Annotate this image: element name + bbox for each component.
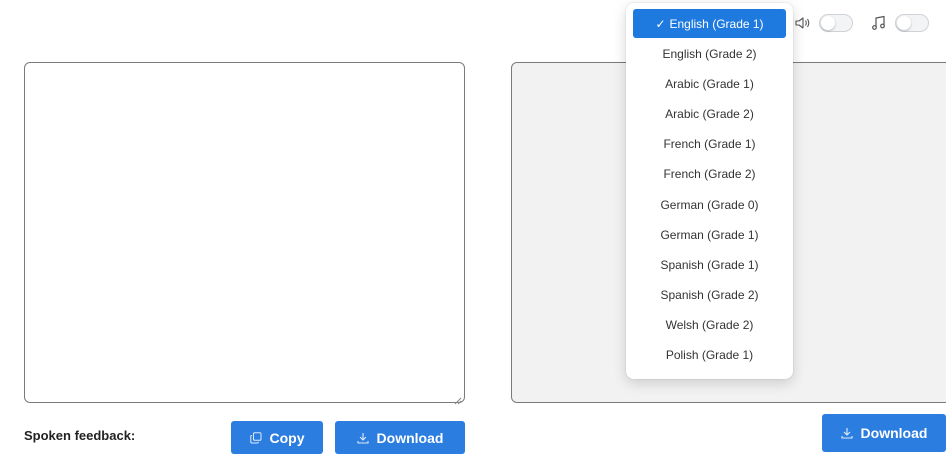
copy-icon xyxy=(249,431,262,444)
language-option-label: French (Grade 2) xyxy=(663,167,756,182)
language-option-label: French (Grade 1) xyxy=(663,137,756,152)
language-option[interactable]: English (Grade 2) xyxy=(633,39,786,69)
music-toggle[interactable] xyxy=(895,14,929,32)
copy-button[interactable]: Copy xyxy=(231,421,323,454)
braille-input-textarea[interactable] xyxy=(24,62,465,403)
language-option-label: Arabic (Grade 1) xyxy=(665,77,754,92)
language-option[interactable]: German (Grade 1) xyxy=(633,220,786,250)
language-option[interactable]: Arabic (Grade 1) xyxy=(633,69,786,99)
output-download-button[interactable]: Download xyxy=(822,414,946,452)
language-dropdown-menu: ✓ English (Grade 1) English (Grade 2) Ar… xyxy=(626,3,793,379)
music-note-icon xyxy=(871,15,887,31)
language-option-label: English (Grade 2) xyxy=(662,47,757,62)
language-option[interactable]: Arabic (Grade 2) xyxy=(633,99,786,129)
language-option[interactable]: ✓ English (Grade 1) xyxy=(633,9,786,38)
language-option-label: Polish (Grade 1) xyxy=(665,347,754,362)
download-icon xyxy=(356,432,369,444)
translator-page: ✓ English (Grade 1) English (Grade 2) Ar… xyxy=(0,0,946,455)
download-button-label: Download xyxy=(376,429,444,446)
language-option-label: Spanish (Grade 1) xyxy=(660,257,759,272)
language-option[interactable]: Spanish (Grade 2) xyxy=(633,280,786,310)
language-option-label: Arabic (Grade 2) xyxy=(665,107,754,122)
copy-button-label: Copy xyxy=(269,429,305,446)
language-option-label: German (Grade 0) xyxy=(660,197,759,212)
language-option[interactable]: German (Grade 0) xyxy=(633,189,786,219)
checkmark-icon: ✓ xyxy=(655,16,666,31)
language-option-label: German (Grade 1) xyxy=(660,227,759,242)
top-controls xyxy=(795,12,929,34)
language-option-label: Spanish (Grade 2) xyxy=(660,287,759,302)
sound-toggle[interactable] xyxy=(819,14,853,32)
language-option[interactable]: Spanish (Grade 1) xyxy=(633,250,786,280)
resize-grip-icon[interactable] xyxy=(454,392,462,405)
language-option[interactable]: French (Grade 2) xyxy=(633,159,786,189)
speaker-icon xyxy=(795,16,811,30)
download-icon xyxy=(840,427,853,439)
language-option[interactable]: Welsh (Grade 2) xyxy=(633,310,786,340)
language-option-label: Welsh (Grade 2) xyxy=(665,317,754,332)
input-download-button[interactable]: Download xyxy=(335,421,465,454)
spoken-feedback-label: Spoken feedback: xyxy=(24,428,136,443)
language-option[interactable]: Polish (Grade 1) xyxy=(633,340,786,370)
language-option[interactable]: French (Grade 1) xyxy=(633,129,786,159)
language-option-label: English (Grade 1) xyxy=(669,16,764,31)
download-button-label: Download xyxy=(860,425,928,441)
